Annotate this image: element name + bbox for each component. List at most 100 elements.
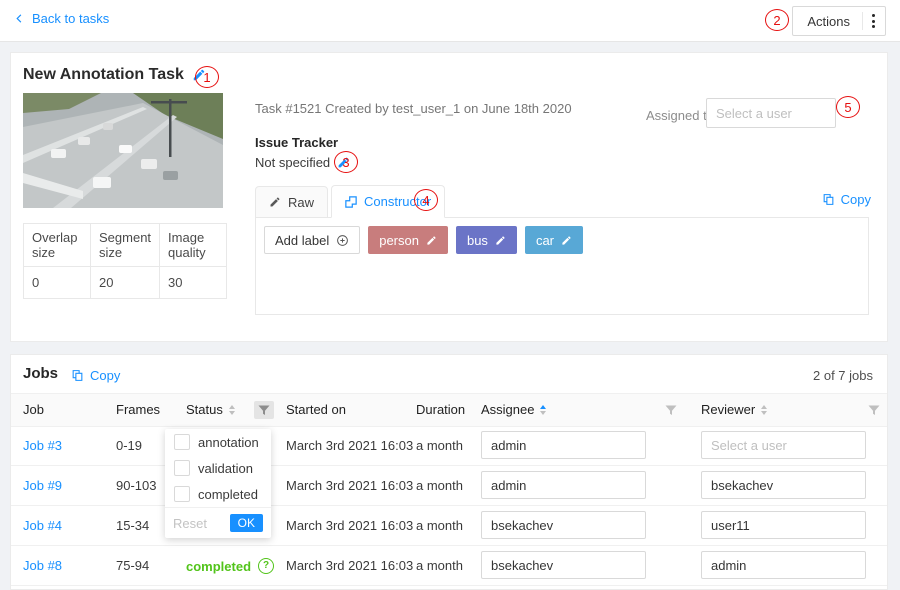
reviewer-filter-icon[interactable]: [864, 401, 884, 419]
task-parameters-table: Overlap size Segment size Image quality …: [23, 223, 227, 299]
column-header-reviewer[interactable]: Reviewer: [701, 402, 767, 417]
status-help-icon[interactable]: ?: [258, 558, 274, 574]
labels-editor-tabs: Raw Constructor: [255, 185, 869, 218]
filter-option-completed[interactable]: completed: [165, 481, 271, 507]
filter-option-label: annotation: [198, 435, 259, 450]
param-header-overlap: Overlap size: [24, 224, 91, 267]
job-frames: 15-34: [116, 518, 149, 533]
issue-tracker-label: Issue Tracker: [255, 135, 338, 150]
param-value-segment: 20: [91, 267, 160, 299]
assigned-to-input[interactable]: [706, 98, 836, 128]
issue-tracker-value: Not specified: [255, 155, 330, 170]
filter-ok-button[interactable]: OK: [230, 514, 263, 532]
back-to-tasks-link[interactable]: Back to tasks: [14, 11, 109, 26]
filter-option-annotation[interactable]: annotation: [165, 429, 271, 455]
param-header-quality: Image quality: [160, 224, 227, 267]
column-header-assignee[interactable]: Assignee: [481, 402, 546, 417]
job-started: March 3rd 2021 16:03: [286, 558, 413, 573]
copy-jobs-link[interactable]: Copy: [71, 368, 120, 383]
param-value-overlap: 0: [24, 267, 91, 299]
label-chip-bus[interactable]: bus: [456, 226, 517, 254]
job-row-4: Job #8 75-94 completed ? March 3rd 2021 …: [11, 545, 887, 586]
job-assignee-input[interactable]: [481, 551, 646, 579]
filter-option-label: validation: [198, 461, 253, 476]
job-assignee-input[interactable]: [481, 511, 646, 539]
task-title-row: New Annotation Task: [23, 66, 206, 84]
tab-raw-label: Raw: [288, 195, 314, 210]
checkbox-icon: [174, 486, 190, 502]
label-name: car: [536, 233, 554, 248]
copy-icon: [71, 369, 84, 382]
status-sort-icon[interactable]: [229, 405, 235, 415]
add-label-text: Add label: [275, 233, 329, 248]
column-header-frames: Frames: [116, 402, 160, 417]
job-reviewer-input[interactable]: [701, 431, 866, 459]
copy-jobs-label: Copy: [90, 368, 120, 383]
job-row-1: Job #3 0-19 March 3rd 2021 16:03 a month: [11, 425, 887, 466]
jobs-table-header: Job Frames Status Started on Duration As…: [11, 393, 887, 427]
task-preview-image: [23, 93, 223, 208]
button-divider: [862, 12, 863, 30]
job-duration: a month: [416, 558, 463, 573]
labels-constructor-panel: Add label person bus car: [255, 217, 869, 315]
job-assignee-input[interactable]: [481, 431, 646, 459]
job-started: March 3rd 2021 16:03: [286, 478, 413, 493]
more-actions-icon: [872, 14, 875, 28]
assignee-filter-icon[interactable]: [661, 401, 681, 419]
label-chip-car[interactable]: car: [525, 226, 583, 254]
add-label-button[interactable]: Add label: [264, 226, 360, 254]
column-header-started: Started on: [286, 402, 346, 417]
edit-label-icon[interactable]: [426, 235, 437, 246]
param-header-segment: Segment size: [91, 224, 160, 267]
job-status: completed ?: [186, 558, 274, 574]
jobs-title: Jobs: [23, 365, 58, 382]
job-frames: 75-94: [116, 558, 149, 573]
column-header-job: Job: [23, 402, 44, 417]
back-to-tasks-label: Back to tasks: [32, 11, 109, 26]
job-started: March 3rd 2021 16:03: [286, 438, 413, 453]
job-frames: 0-19: [116, 438, 142, 453]
status-filter-dropdown: annotation validation completed Reset OK: [165, 429, 271, 538]
job-link[interactable]: Job #8: [23, 558, 62, 573]
filter-option-validation[interactable]: validation: [165, 455, 271, 481]
job-row-2: Job #9 90-103 March 3rd 2021 16:03 a mon…: [11, 465, 887, 506]
task-meta-text: Task #1521 Created by test_user_1 on Jun…: [255, 101, 572, 116]
reviewer-sort-icon[interactable]: [761, 405, 767, 415]
job-reviewer-input[interactable]: [701, 471, 866, 499]
job-started: March 3rd 2021 16:03: [286, 518, 413, 533]
jobs-count: 2 of 7 jobs: [813, 368, 873, 383]
job-link[interactable]: Job #9: [23, 478, 62, 493]
filter-footer: Reset OK: [165, 507, 271, 538]
job-link[interactable]: Job #4: [23, 518, 62, 533]
column-header-status[interactable]: Status: [186, 402, 235, 417]
status-filter-icon[interactable]: [254, 401, 274, 419]
checkbox-icon: [174, 434, 190, 450]
job-reviewer-input[interactable]: [701, 511, 866, 539]
checkbox-icon: [174, 460, 190, 476]
label-chip-person[interactable]: person: [368, 226, 448, 254]
edit-label-icon[interactable]: [495, 235, 506, 246]
actions-label: Actions: [807, 14, 850, 29]
job-frames: 90-103: [116, 478, 156, 493]
param-value-quality: 30: [160, 267, 227, 299]
filter-reset-button[interactable]: Reset: [173, 516, 207, 531]
job-reviewer-input[interactable]: [701, 551, 866, 579]
job-link[interactable]: Job #3: [23, 438, 62, 453]
annotation-circle-2: 2: [765, 9, 789, 31]
job-duration: a month: [416, 518, 463, 533]
raw-pencil-icon: [269, 196, 281, 208]
annotation-circle-1: 1: [195, 66, 219, 88]
label-name: person: [379, 233, 419, 248]
job-duration: a month: [416, 478, 463, 493]
jobs-card: Jobs Copy 2 of 7 jobs Job Frames Status …: [10, 354, 888, 590]
filter-option-label: completed: [198, 487, 258, 502]
actions-button[interactable]: Actions: [792, 6, 886, 36]
job-assignee-input[interactable]: [481, 471, 646, 499]
assignee-sort-icon[interactable]: [540, 405, 546, 415]
back-chevron-icon: [14, 12, 25, 25]
annotation-circle-4: 4: [414, 189, 438, 211]
edit-label-icon[interactable]: [561, 235, 572, 246]
column-header-duration: Duration: [416, 402, 465, 417]
annotation-circle-5: 5: [836, 96, 860, 118]
tab-raw[interactable]: Raw: [255, 186, 328, 218]
